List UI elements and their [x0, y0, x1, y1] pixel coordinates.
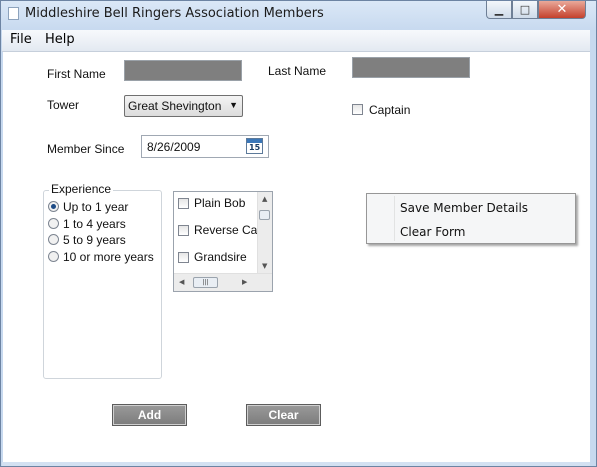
method-checkbox[interactable] — [178, 251, 189, 263]
scroll-thumb[interactable] — [259, 210, 270, 220]
chevron-down-icon: ▼ — [229, 100, 238, 110]
menu-file[interactable]: File — [10, 32, 32, 47]
maximize-button[interactable]: □ — [512, 1, 538, 19]
menu-help[interactable]: Help — [45, 32, 75, 47]
radio-selected-icon[interactable] — [48, 201, 59, 212]
methods-listbox[interactable]: Plain Bob Reverse Canterbury Grandsire ▲… — [173, 191, 273, 292]
experience-option[interactable]: 10 or more years — [48, 249, 154, 264]
horizontal-scrollbar[interactable]: ◀ ||| ▶ — [174, 273, 272, 291]
tower-value: Great Shevington — [128, 99, 222, 113]
vertical-scrollbar[interactable]: ▲ ▼ — [257, 192, 272, 274]
app-icon — [8, 7, 19, 20]
last-name-field[interactable] — [352, 57, 470, 78]
window-bottom-border — [2, 462, 590, 466]
context-menu: Save Member Details Clear Form — [366, 193, 576, 244]
window-title: Middleshire Bell Ringers Association Mem… — [25, 6, 324, 21]
first-name-field[interactable] — [124, 60, 242, 81]
captain-label: Captain — [369, 103, 411, 117]
scroll-thumb[interactable]: ||| — [193, 277, 218, 288]
list-item[interactable]: Grandsire — [178, 248, 247, 266]
list-item[interactable]: Plain Bob — [178, 194, 245, 212]
tower-combobox[interactable]: Great Shevington ▼ — [124, 95, 243, 117]
scroll-right-icon[interactable]: ▶ — [242, 278, 247, 286]
calendar-day: 15 — [249, 143, 261, 152]
menu-item-clear-form[interactable]: Clear Form — [400, 225, 465, 239]
last-name-label: Last Name — [268, 64, 327, 78]
radio-icon[interactable] — [48, 234, 59, 245]
experience-group-title: Experience — [49, 182, 114, 196]
radio-icon[interactable] — [48, 218, 59, 229]
main-window: Middleshire Bell Ringers Association Mem… — [0, 0, 597, 467]
first-name-label: First Name — [47, 67, 106, 81]
add-button[interactable]: Add — [112, 404, 187, 426]
scroll-left-icon[interactable]: ◀ — [179, 278, 184, 286]
method-checkbox[interactable] — [178, 224, 189, 236]
scroll-down-icon[interactable]: ▼ — [262, 262, 267, 270]
maximize-icon: □ — [519, 3, 531, 16]
captain-checkbox[interactable] — [352, 104, 363, 115]
member-since-label: Member Since — [47, 142, 125, 156]
calendar-icon[interactable]: 15 — [246, 138, 263, 154]
menu-bar: File Help — [2, 30, 590, 52]
member-since-datepicker[interactable]: 8/26/2009 15 — [141, 135, 269, 158]
scroll-up-icon[interactable]: ▲ — [262, 195, 267, 203]
minimize-button[interactable]: ▁ — [486, 1, 512, 19]
tower-label: Tower — [47, 98, 80, 112]
clear-button[interactable]: Clear — [246, 404, 321, 426]
menu-item-save-member-details[interactable]: Save Member Details — [400, 201, 528, 215]
method-checkbox[interactable] — [178, 197, 189, 209]
radio-icon[interactable] — [48, 251, 59, 262]
form-area: First Name Last Name Tower Great Sheving… — [3, 52, 590, 462]
close-icon: ✕ — [556, 2, 568, 17]
context-menu-gutter — [394, 196, 395, 241]
member-since-value: 8/26/2009 — [147, 140, 201, 154]
minimize-icon: ▁ — [494, 3, 504, 16]
experience-option[interactable]: 5 to 9 years — [48, 232, 126, 247]
experience-option[interactable]: Up to 1 year — [48, 199, 128, 214]
experience-option[interactable]: 1 to 4 years — [48, 216, 126, 231]
close-button[interactable]: ✕ — [538, 1, 586, 19]
title-bar[interactable]: Middleshire Bell Ringers Association Mem… — [1, 1, 596, 28]
